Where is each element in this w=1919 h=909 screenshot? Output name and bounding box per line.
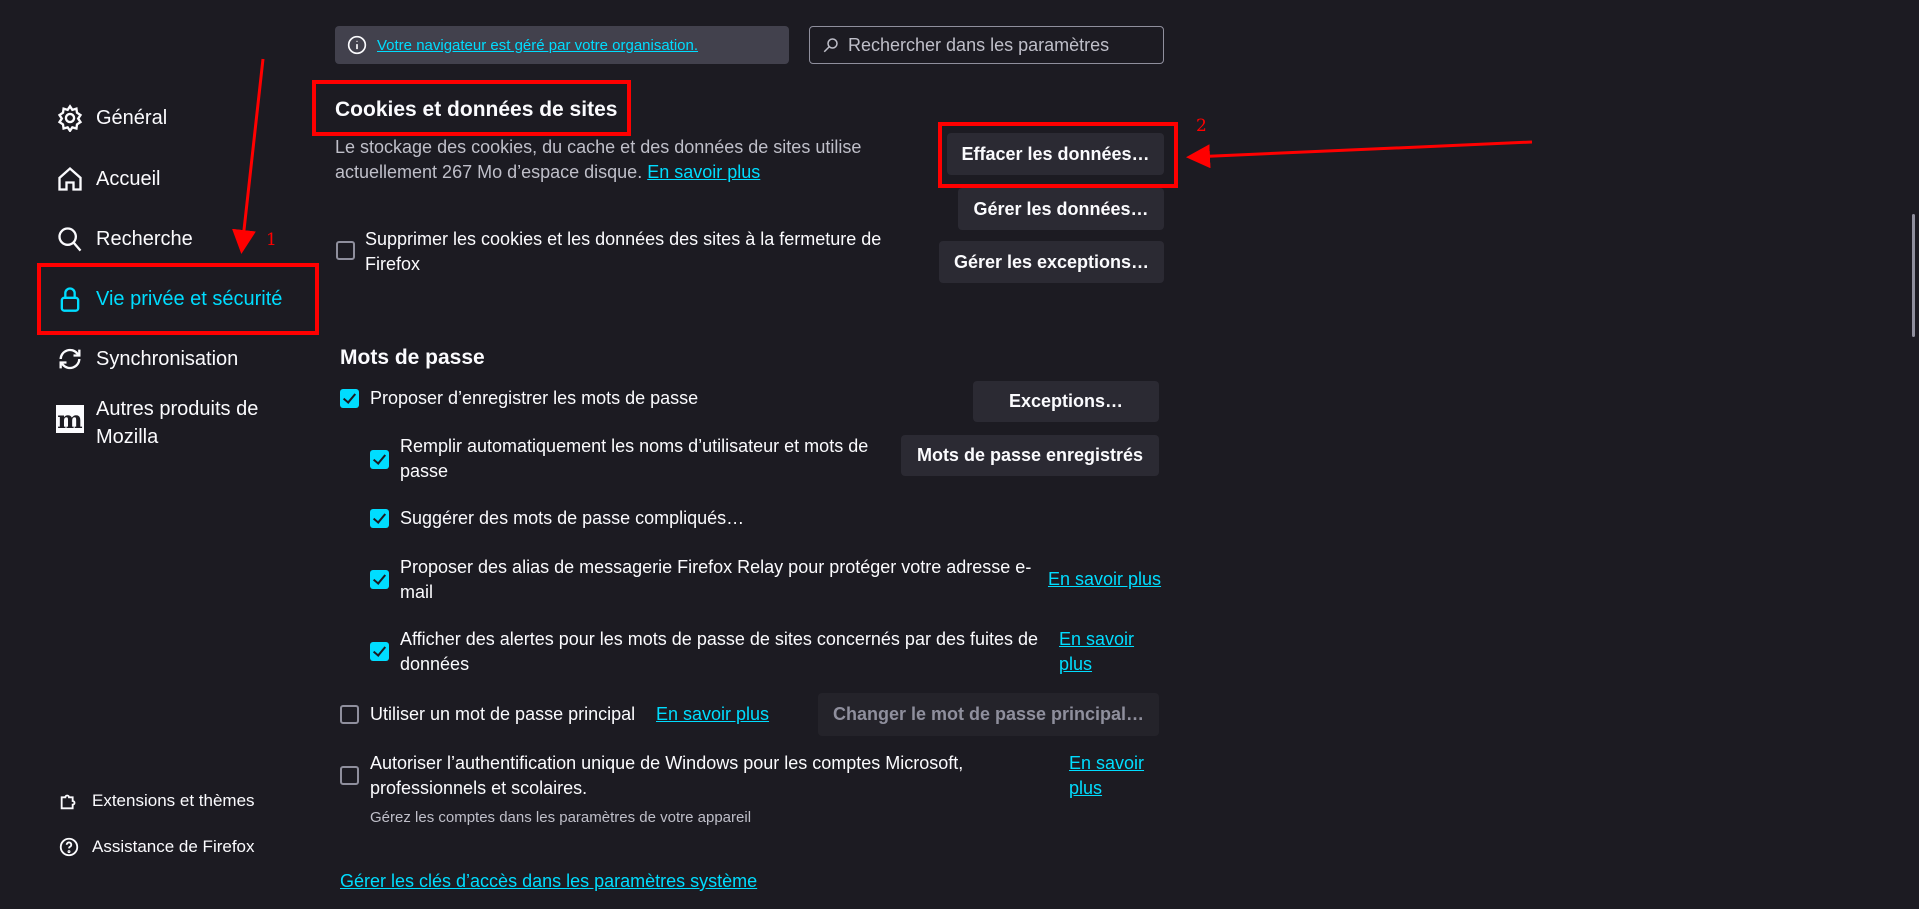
annotation-label-1: 1	[266, 230, 277, 250]
annotation-label-2: 2	[1196, 116, 1207, 136]
annotation-arrows	[232, 58, 1533, 254]
arrow-1	[232, 58, 265, 254]
arrow-2	[1186, 140, 1533, 169]
